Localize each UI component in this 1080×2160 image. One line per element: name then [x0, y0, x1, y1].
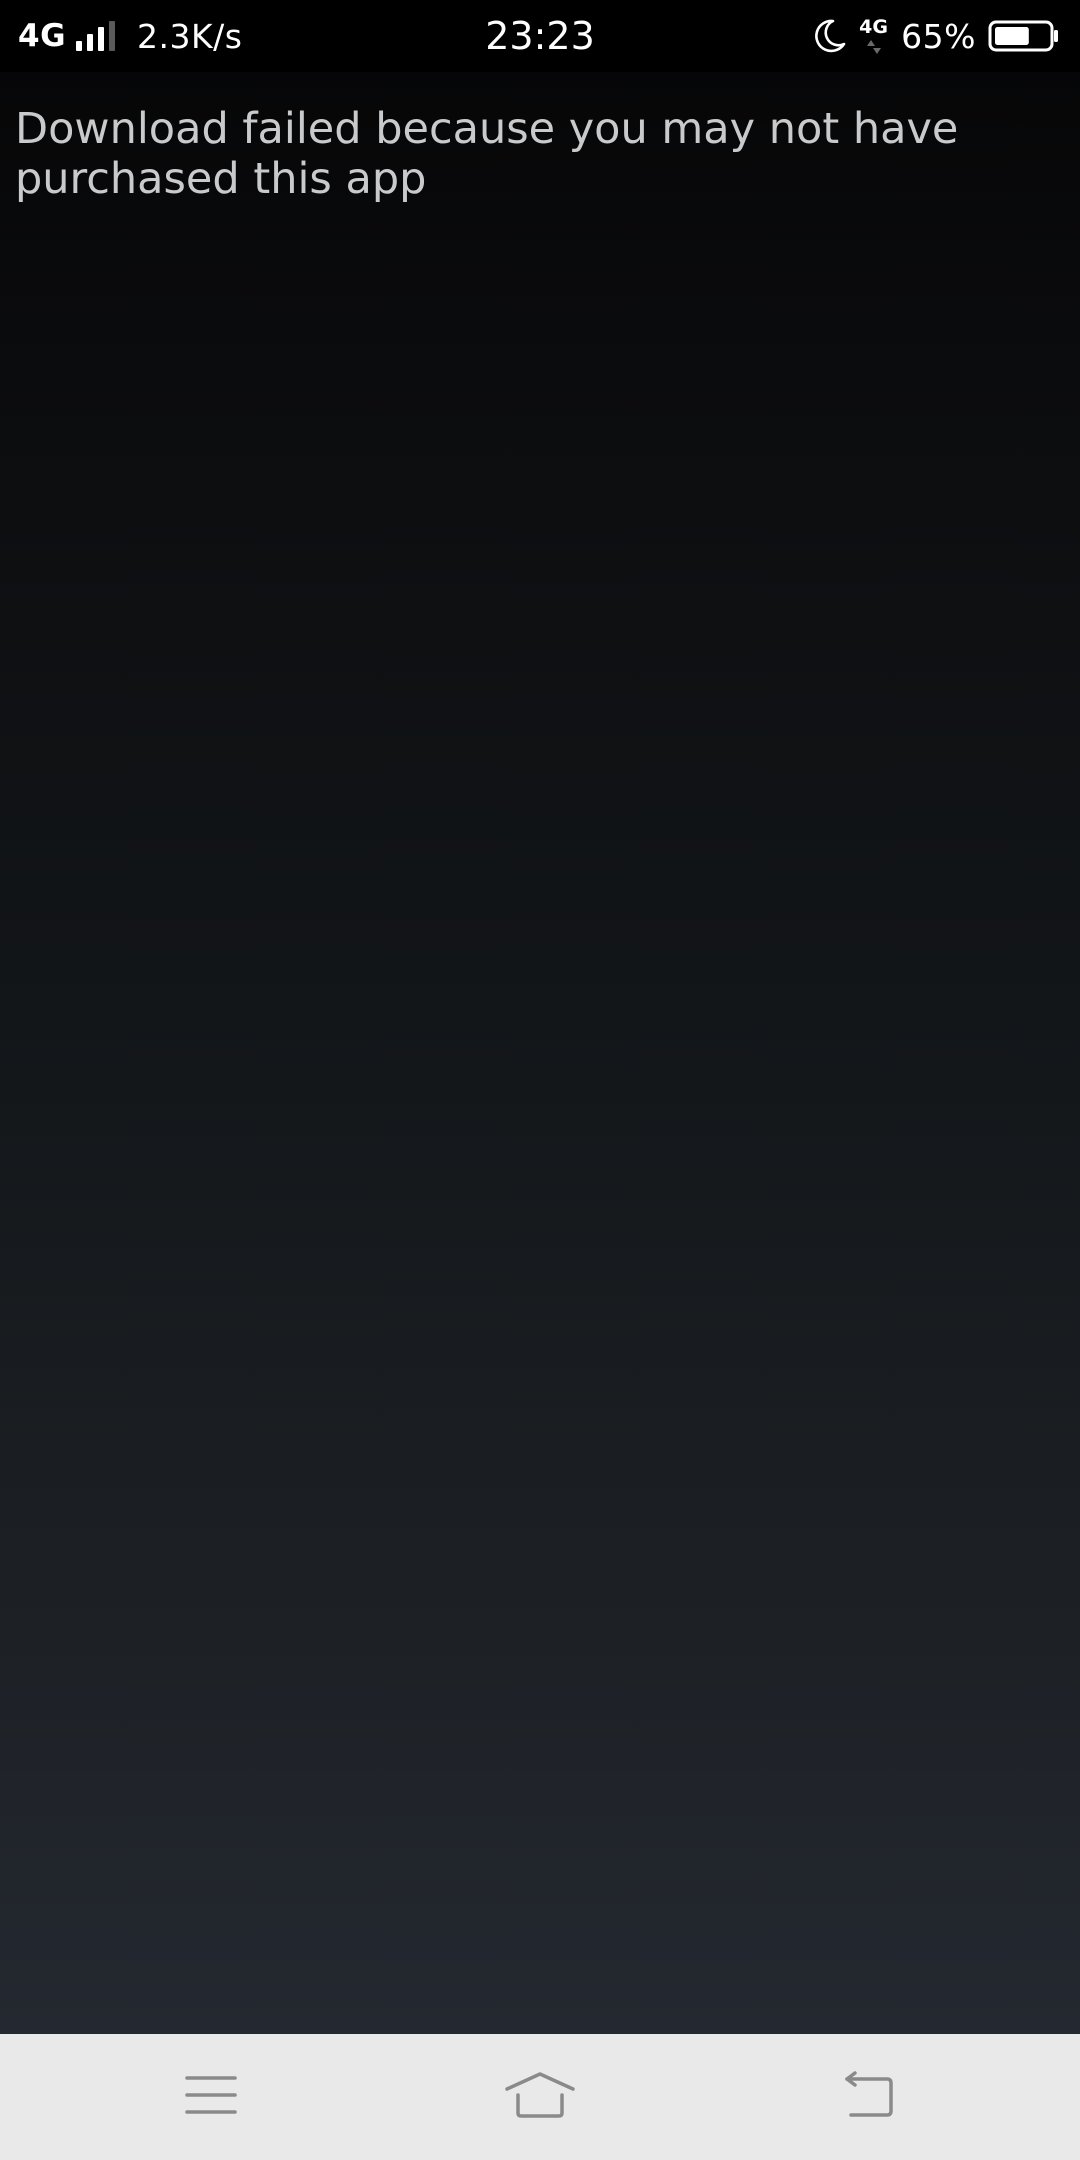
home-button[interactable]: [440, 2034, 640, 2160]
battery-fill: [995, 27, 1029, 45]
status-bar-right: 4G 65%: [813, 0, 1060, 72]
menu-button[interactable]: [111, 2034, 311, 2160]
do-not-disturb-moon-icon: [813, 18, 847, 54]
mobile-data-icon: 4G: [859, 16, 889, 56]
home-icon: [504, 2071, 576, 2123]
menu-icon: [185, 2074, 237, 2120]
status-bar: 4G 2.3K/s 23:23 4G 65%: [0, 0, 1080, 72]
mobile-data-label: 4G: [859, 16, 888, 38]
battery-percent-label: 65%: [901, 16, 976, 56]
download-failed-message: Download failed because you may not have…: [15, 104, 959, 204]
navigation-bar: [0, 2034, 1080, 2160]
battery-icon: [988, 19, 1060, 53]
back-button[interactable]: [769, 2034, 969, 2160]
back-icon: [841, 2071, 897, 2123]
